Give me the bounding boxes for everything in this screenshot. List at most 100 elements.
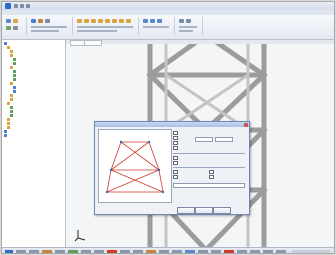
tree-item[interactable] <box>7 118 11 121</box>
ribbon-button[interactable] <box>13 26 18 30</box>
tree-item[interactable] <box>10 94 14 97</box>
checkbox[interactable] <box>173 135 178 141</box>
ribbon-button[interactable] <box>126 19 131 23</box>
redo-icon[interactable] <box>26 4 30 8</box>
checkbox[interactable] <box>173 160 178 166</box>
tree-item[interactable] <box>10 54 14 57</box>
tree-item[interactable] <box>13 62 17 65</box>
ribbon-field[interactable] <box>31 30 59 32</box>
ok-button[interactable] <box>177 207 195 214</box>
status-button[interactable] <box>276 250 286 253</box>
status-button[interactable] <box>81 250 91 253</box>
dialog-title-bar[interactable] <box>95 122 249 127</box>
tree-item[interactable] <box>13 70 17 73</box>
tree-item[interactable] <box>10 50 14 53</box>
checkbox[interactable] <box>173 155 178 161</box>
ribbon-button[interactable] <box>45 19 50 23</box>
tree-item[interactable] <box>10 82 14 85</box>
tree-item[interactable] <box>10 98 14 101</box>
tree-item[interactable] <box>13 58 17 61</box>
ribbon-button[interactable] <box>105 19 110 23</box>
tree-item[interactable] <box>13 78 17 81</box>
help-button[interactable] <box>213 207 231 214</box>
dialog-input[interactable] <box>215 137 233 142</box>
tree-item[interactable] <box>7 126 11 129</box>
dialog-input[interactable] <box>195 137 213 142</box>
start-icon[interactable] <box>5 250 13 253</box>
status-button[interactable] <box>107 250 117 253</box>
checkbox[interactable] <box>173 145 178 151</box>
ribbon-field[interactable] <box>179 26 197 28</box>
undo-icon[interactable] <box>20 4 24 8</box>
status-button[interactable] <box>94 250 104 253</box>
tree-item[interactable] <box>10 110 14 113</box>
ribbon-button[interactable] <box>179 19 184 23</box>
status-button[interactable] <box>120 250 130 253</box>
status-button[interactable] <box>198 250 208 253</box>
checkbox[interactable] <box>173 130 178 136</box>
ribbon-button[interactable] <box>38 19 43 23</box>
status-button[interactable] <box>263 250 273 253</box>
ribbon-button[interactable] <box>143 19 148 23</box>
option[interactable] <box>173 169 179 175</box>
tree-item[interactable] <box>10 114 14 117</box>
status-button[interactable] <box>16 250 26 253</box>
ribbon-field[interactable] <box>77 26 133 28</box>
status-button[interactable] <box>237 250 247 253</box>
status-button[interactable] <box>159 250 169 253</box>
status-button[interactable] <box>146 250 156 253</box>
ribbon-button[interactable] <box>119 19 124 23</box>
ribbon-field[interactable] <box>31 26 67 28</box>
tree-item[interactable] <box>10 106 14 109</box>
radio[interactable] <box>173 174 178 180</box>
radio[interactable] <box>209 169 214 175</box>
viewport-tab[interactable] <box>84 40 102 46</box>
ribbon-button[interactable] <box>186 19 191 23</box>
checkbox[interactable] <box>173 140 178 146</box>
ribbon-button[interactable] <box>98 19 103 23</box>
ribbon-button[interactable] <box>6 19 11 23</box>
tree-item[interactable] <box>10 66 14 69</box>
option[interactable] <box>173 135 179 141</box>
tree-item[interactable] <box>7 102 11 105</box>
ribbon-button[interactable] <box>150 19 155 23</box>
tree-item[interactable] <box>7 122 11 125</box>
status-button[interactable] <box>42 250 52 253</box>
status-button[interactable] <box>185 250 195 253</box>
ribbon-button[interactable] <box>84 19 89 23</box>
ribbon-button[interactable] <box>6 26 11 30</box>
status-button[interactable] <box>172 250 182 253</box>
tree-item[interactable] <box>4 130 8 133</box>
ribbon-button[interactable] <box>13 19 18 23</box>
status-button[interactable] <box>211 250 221 253</box>
status-button[interactable] <box>250 250 260 253</box>
ribbon-button[interactable] <box>157 19 162 23</box>
option[interactable] <box>173 145 179 151</box>
radio[interactable] <box>173 169 178 175</box>
ribbon-button[interactable] <box>91 19 96 23</box>
status-button[interactable] <box>55 250 65 253</box>
tree-item[interactable] <box>7 46 11 49</box>
tree-item[interactable] <box>13 90 17 93</box>
ribbon-field[interactable] <box>143 26 169 28</box>
radio[interactable] <box>209 174 214 180</box>
ribbon-field[interactable] <box>77 30 117 32</box>
cancel-button[interactable] <box>195 207 213 214</box>
status-button[interactable] <box>224 250 234 253</box>
option[interactable] <box>173 130 179 136</box>
option[interactable] <box>209 174 215 180</box>
option[interactable] <box>209 169 215 175</box>
status-button[interactable] <box>133 250 143 253</box>
status-button[interactable] <box>29 250 39 253</box>
status-button[interactable] <box>68 250 78 253</box>
option[interactable] <box>173 155 179 161</box>
option[interactable] <box>173 160 179 166</box>
save-icon[interactable] <box>14 4 18 8</box>
tree-item[interactable] <box>4 134 8 137</box>
ribbon-button[interactable] <box>77 19 82 23</box>
close-icon[interactable] <box>244 122 248 127</box>
tree-item[interactable] <box>13 74 17 77</box>
ribbon-button[interactable] <box>112 19 117 23</box>
tree-item[interactable] <box>13 86 17 89</box>
ribbon-field[interactable] <box>179 30 193 32</box>
